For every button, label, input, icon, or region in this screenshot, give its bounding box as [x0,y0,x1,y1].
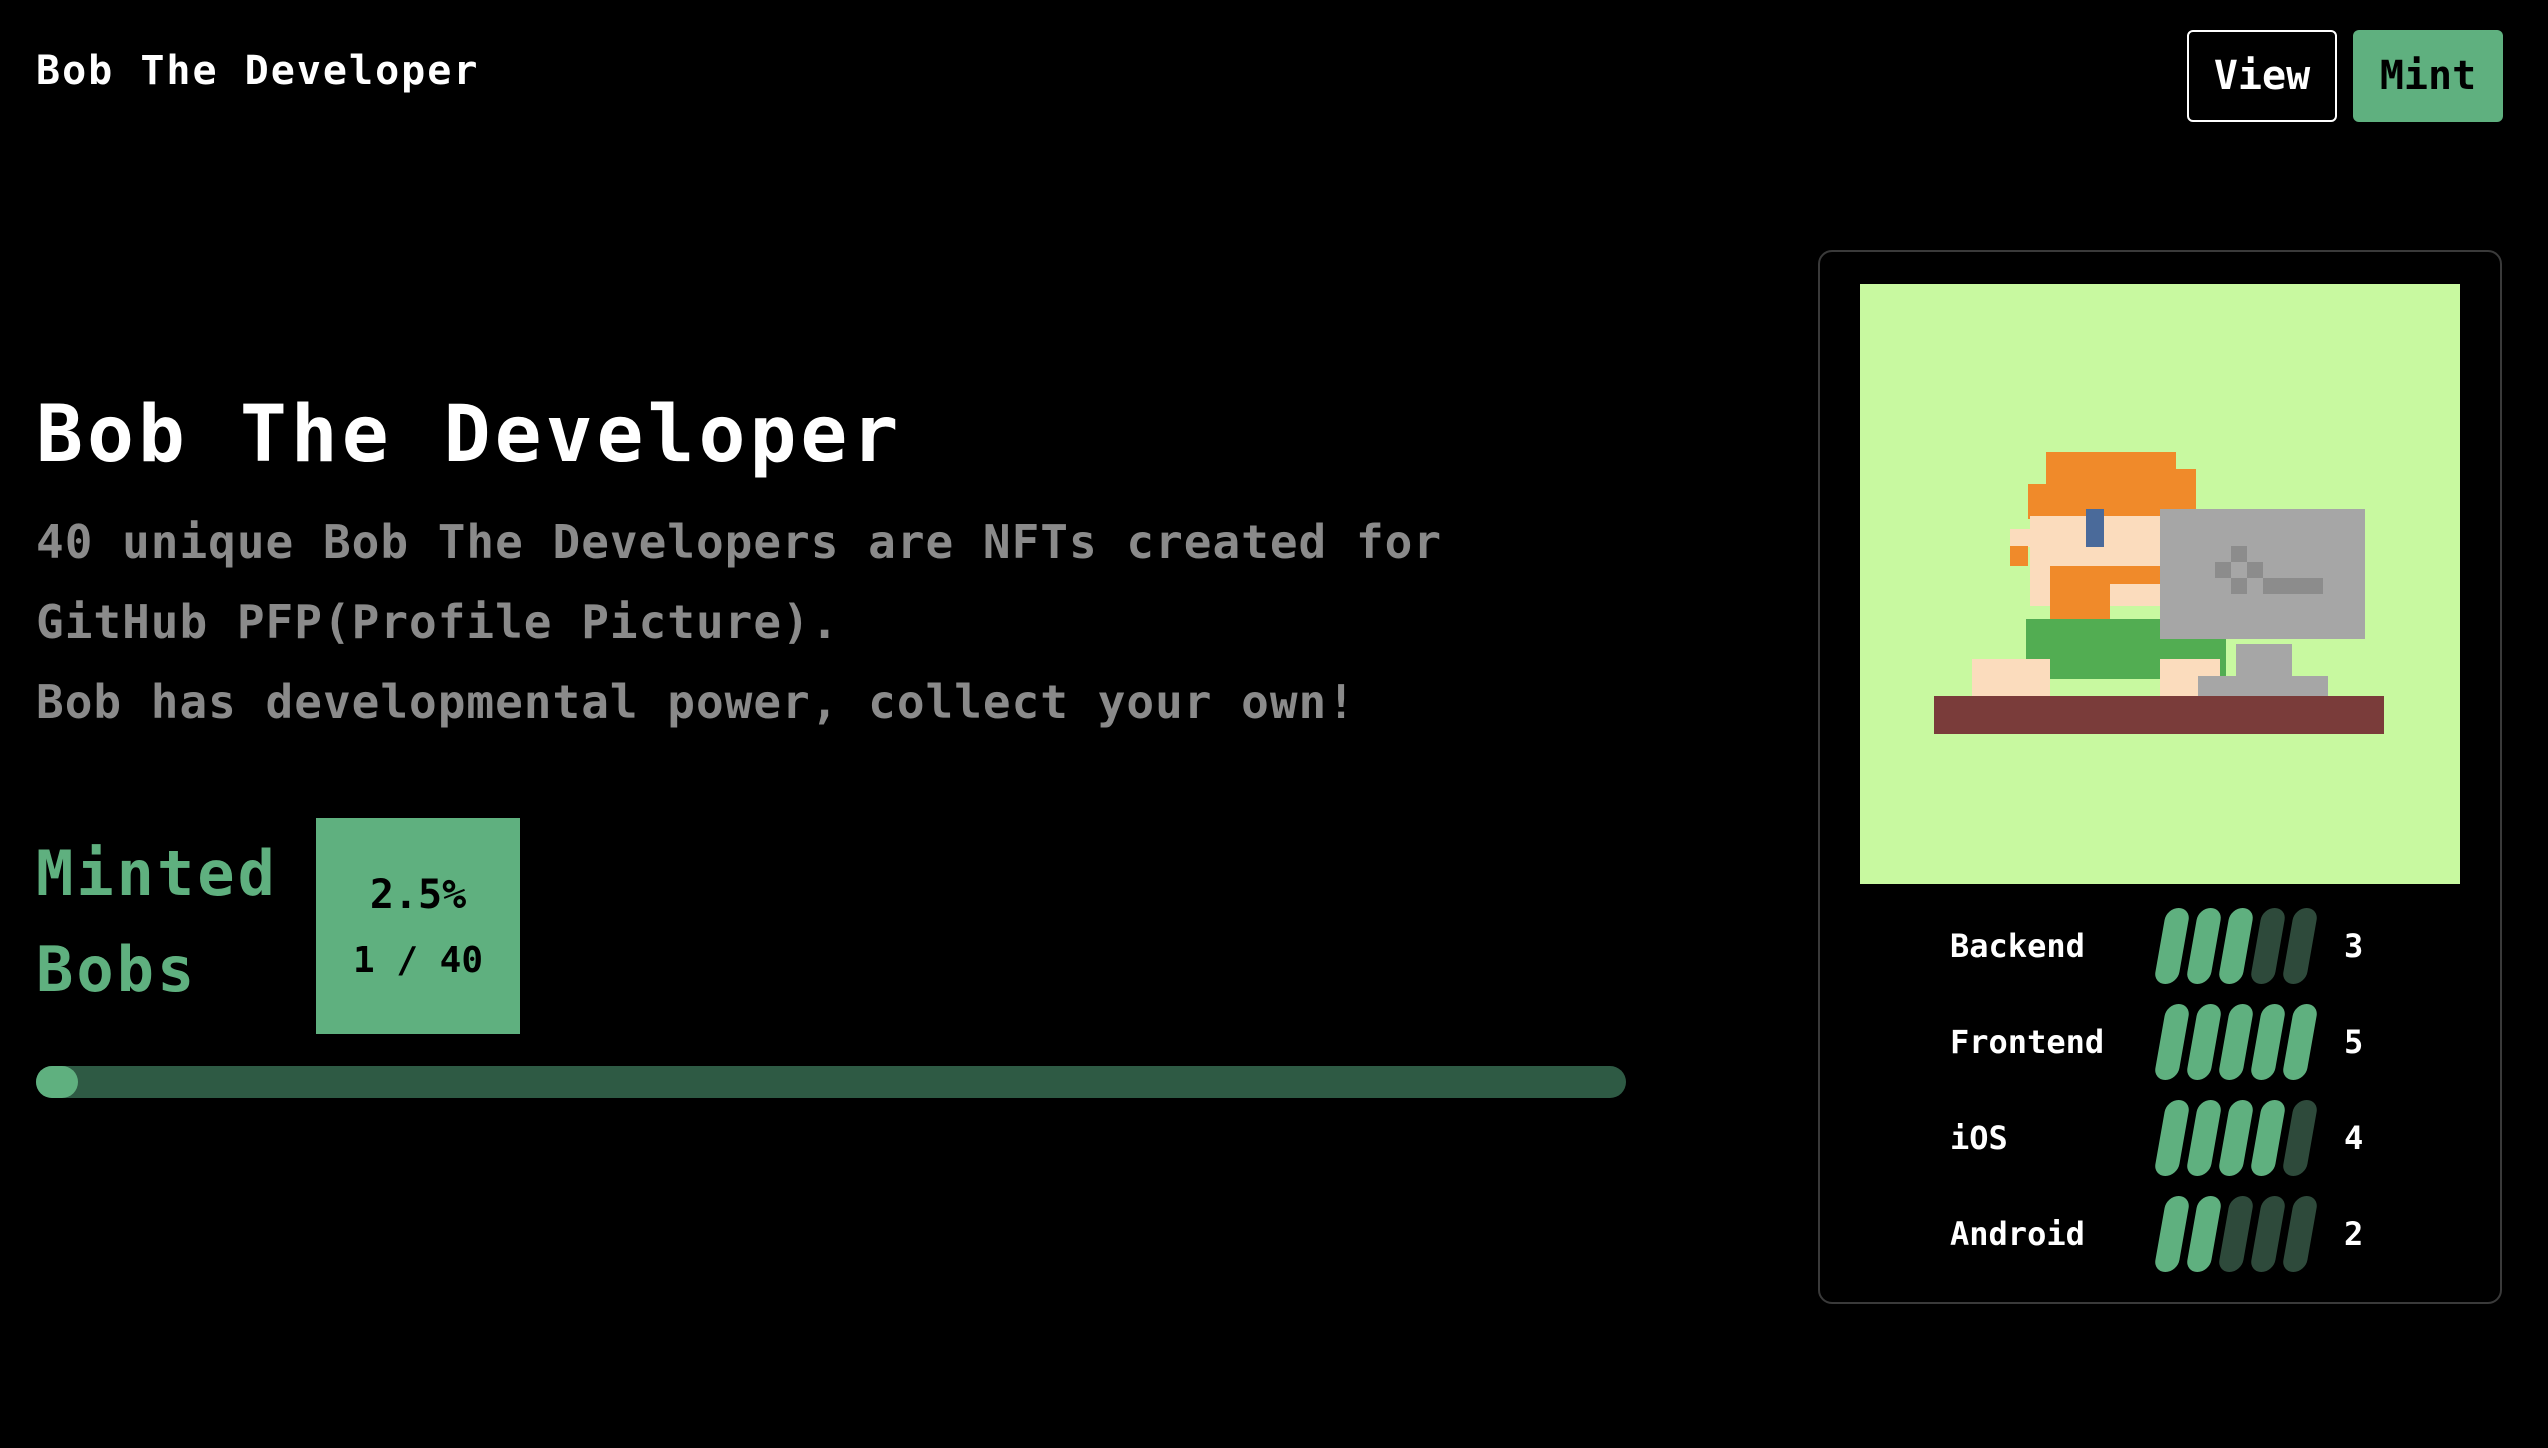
skill-bar-empty [2249,908,2287,984]
skill-bar-filled [2153,1100,2191,1176]
top-bar: Bob The Developer View Mint [0,0,2548,150]
minted-label-line-2: Bobs [36,933,198,1006]
skill-bar-empty [2281,1196,2319,1272]
skill-bar-filled [2185,908,2223,984]
page-title: Bob The Developer [36,390,903,480]
minted-percent: 2.5% [369,871,467,918]
skill-label: iOS [1950,1119,2008,1157]
skill-bar-filled [2153,908,2191,984]
minted-label-line-1: Minted [36,837,278,910]
minted-label: Minted Bobs [36,826,296,1018]
skill-row: iOS 4 [1950,1090,2410,1186]
skill-bar-filled [2217,1004,2255,1080]
skill-row: Frontend 5 [1950,994,2410,1090]
skill-bar-filled [2185,1196,2223,1272]
skill-level-bars [2153,1098,2336,1178]
mint-progress-fill [36,1066,78,1098]
description: 40 unique Bob The Developers are NFTs cr… [36,502,1636,742]
skill-bar-filled [2153,1004,2191,1080]
skill-bar-filled [2217,1100,2255,1176]
skill-row: Android 2 [1950,1186,2410,1282]
skill-stats: Backend 3 Frontend 5 iOS 4 Android 2 [1950,898,2410,1282]
skill-bar-empty [2217,1196,2255,1272]
nft-card: Backend 3 Frontend 5 iOS 4 Android 2 [1818,250,2502,1304]
view-button[interactable]: View [2187,30,2337,122]
description-line-1: 40 unique Bob The Developers are NFTs cr… [36,515,1443,649]
skill-row: Backend 3 [1950,898,2410,994]
skill-bar-filled [2153,1196,2191,1272]
skill-level-bars [2153,1194,2336,1274]
skill-label: Backend [1950,927,2085,965]
brand-title[interactable]: Bob The Developer [36,48,479,94]
bob-pixel-art-image [1860,284,2460,884]
skill-bar-empty [2281,908,2319,984]
minted-count: 1 / 40 [352,939,484,981]
skill-bar-empty [2281,1100,2319,1176]
bob-developer-illustration [1934,452,2384,734]
skill-level-bars [2153,1002,2336,1082]
skill-value: 3 [2344,927,2364,965]
mint-button[interactable]: Mint [2353,30,2503,122]
skill-bar-empty [2249,1196,2287,1272]
skill-bar-filled [2217,908,2255,984]
skill-value: 5 [2344,1023,2364,1061]
skill-bar-filled [2185,1004,2223,1080]
description-line-2: Bob has developmental power, collect you… [36,675,1356,729]
skill-label: Android [1950,1215,2085,1253]
minted-counter-box: 2.5% 1 / 40 [316,818,520,1034]
skill-value: 2 [2344,1215,2364,1253]
skill-level-bars [2153,906,2336,986]
skill-bar-filled [2185,1100,2223,1176]
skill-label: Frontend [1950,1023,2105,1061]
skill-value: 4 [2344,1119,2364,1157]
skill-bar-filled [2281,1004,2319,1080]
skill-bar-filled [2249,1004,2287,1080]
skill-bar-filled [2249,1100,2287,1176]
mint-progress-bar [36,1066,1626,1098]
